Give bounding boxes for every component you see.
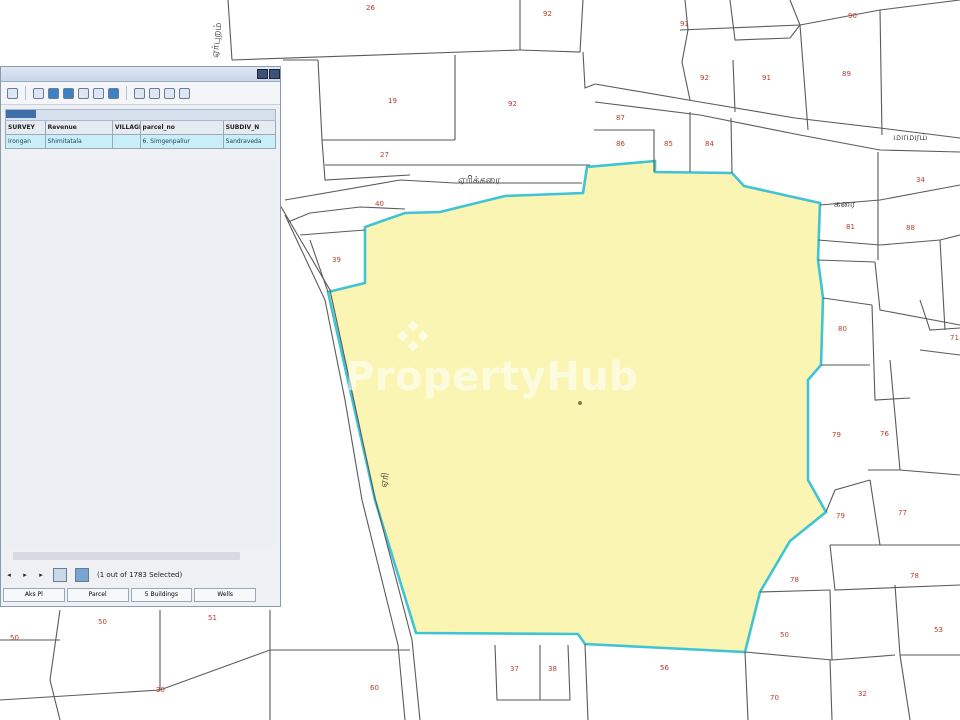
svg-text:27: 27: [380, 151, 389, 159]
svg-text:78: 78: [790, 576, 799, 584]
zoom-to-selection-icon[interactable]: [93, 87, 104, 99]
show-selected-records-button[interactable]: [75, 568, 89, 582]
tab-buildings[interactable]: 5 Buildings: [130, 588, 193, 602]
table-name-tab[interactable]: [6, 110, 36, 118]
previous-record-icon[interactable]: ▸: [21, 571, 29, 579]
clear-selection-icon[interactable]: [78, 87, 89, 99]
paste-icon[interactable]: [149, 87, 160, 99]
parcel-centroid-marker: [578, 401, 582, 405]
svg-text:92: 92: [700, 74, 709, 82]
grid-header-row: SURVEY Revenue VILLAGE parcel_no SUBDIV_…: [6, 121, 275, 135]
export-icon[interactable]: [179, 87, 190, 99]
tab-parcel[interactable]: Parcel: [66, 588, 129, 602]
svg-text:71: 71: [950, 334, 959, 342]
svg-text:39: 39: [332, 256, 341, 264]
svg-text:85: 85: [664, 140, 673, 148]
svg-text:38: 38: [548, 665, 557, 673]
svg-text:19: 19: [388, 97, 397, 105]
column-header[interactable]: VILLAGE: [113, 121, 141, 134]
table-name-bar[interactable]: [5, 109, 276, 121]
road-label-east: கரை: [834, 199, 856, 210]
svg-text:76: 76: [880, 430, 889, 438]
svg-text:79: 79: [832, 431, 841, 439]
first-record-icon[interactable]: ◂: [5, 571, 13, 579]
svg-text:90: 90: [848, 12, 857, 20]
switch-selection-icon[interactable]: [63, 87, 74, 99]
svg-text:32: 32: [858, 690, 867, 698]
svg-text:87: 87: [616, 114, 625, 122]
svg-text:92: 92: [543, 10, 552, 18]
field-calculator-icon[interactable]: [164, 87, 175, 99]
select-icon[interactable]: [33, 87, 44, 99]
svg-text:88: 88: [906, 224, 915, 232]
svg-text:86: 86: [616, 140, 625, 148]
road-label-far-east: மாமரம்: [893, 132, 928, 143]
svg-text:30: 30: [156, 686, 165, 694]
svg-text:78: 78: [910, 572, 919, 580]
toolbar-separator: [126, 86, 127, 100]
svg-text:79: 79: [836, 512, 845, 520]
horizontal-scrollbar[interactable]: [13, 552, 240, 560]
svg-text:50: 50: [98, 618, 107, 626]
table-options-icon[interactable]: [7, 87, 18, 99]
table-tabs: Aks Pl Parcel 5 Buildings Wells: [3, 588, 256, 602]
table-cell[interactable]: Irongan: [6, 135, 46, 148]
close-icon[interactable]: [269, 69, 280, 79]
svg-text:89: 89: [842, 70, 851, 78]
svg-text:77: 77: [898, 509, 907, 517]
table-status-bar: ◂ ▸ ▸ (1 out of 1783 Selected): [1, 566, 280, 584]
grid-empty-area: [5, 159, 276, 548]
panel-titlebar[interactable]: [1, 67, 280, 82]
svg-text:51: 51: [208, 614, 217, 622]
road-label-top-left-vertical: ஏர்புறம்: [210, 22, 224, 58]
svg-text:26: 26: [366, 4, 375, 12]
attribute-table-panel[interactable]: SURVEY Revenue VILLAGE parcel_no SUBDIV_…: [0, 66, 281, 607]
svg-text:53: 53: [934, 626, 943, 634]
svg-text:84: 84: [705, 140, 714, 148]
next-record-icon[interactable]: ▸: [37, 571, 45, 579]
select-by-attributes-icon[interactable]: [48, 87, 59, 99]
selection-count-text: (1 out of 1783 Selected): [97, 571, 183, 579]
svg-text:80: 80: [838, 325, 847, 333]
table-cell[interactable]: [113, 135, 141, 148]
selected-parcel[interactable]: [326, 159, 828, 654]
attribute-grid[interactable]: SURVEY Revenue VILLAGE parcel_no SUBDIV_…: [5, 121, 276, 149]
restore-icon[interactable]: [257, 69, 268, 79]
svg-text:34: 34: [916, 176, 925, 184]
column-header[interactable]: parcel_no: [141, 121, 224, 134]
svg-text:50: 50: [780, 631, 789, 639]
table-cell[interactable]: 6. Simgenpallur: [141, 135, 224, 148]
tab-wells[interactable]: Wells: [194, 588, 256, 602]
table-row-selected[interactable]: Irongan Shimitatala 6. Simgenpallur Sand…: [6, 135, 275, 148]
svg-text:91: 91: [762, 74, 771, 82]
svg-text:50: 50: [10, 634, 19, 642]
column-header[interactable]: Revenue: [46, 121, 113, 134]
svg-text:91: 91: [680, 20, 689, 28]
tab-aks-pl[interactable]: Aks Pl: [3, 588, 65, 602]
column-header[interactable]: SURVEY: [6, 121, 46, 134]
svg-text:56: 56: [660, 664, 669, 672]
show-all-records-button[interactable]: [53, 568, 67, 582]
delete-selected-icon[interactable]: [108, 87, 119, 99]
panel-toolbar: [1, 82, 280, 105]
svg-text:37: 37: [510, 665, 519, 673]
column-header[interactable]: SUBDIV_N: [224, 121, 275, 134]
svg-text:70: 70: [770, 694, 779, 702]
svg-text:81: 81: [846, 223, 855, 231]
svg-text:60: 60: [370, 684, 379, 692]
svg-text:92: 92: [508, 100, 517, 108]
svg-text:40: 40: [375, 200, 384, 208]
copy-icon[interactable]: [134, 87, 145, 99]
table-cell[interactable]: Sandraveda: [224, 135, 275, 148]
toolbar-separator: [25, 86, 26, 100]
table-cell[interactable]: Shimitatala: [46, 135, 113, 148]
road-label-north: ஏரிக்கரை: [458, 175, 501, 186]
